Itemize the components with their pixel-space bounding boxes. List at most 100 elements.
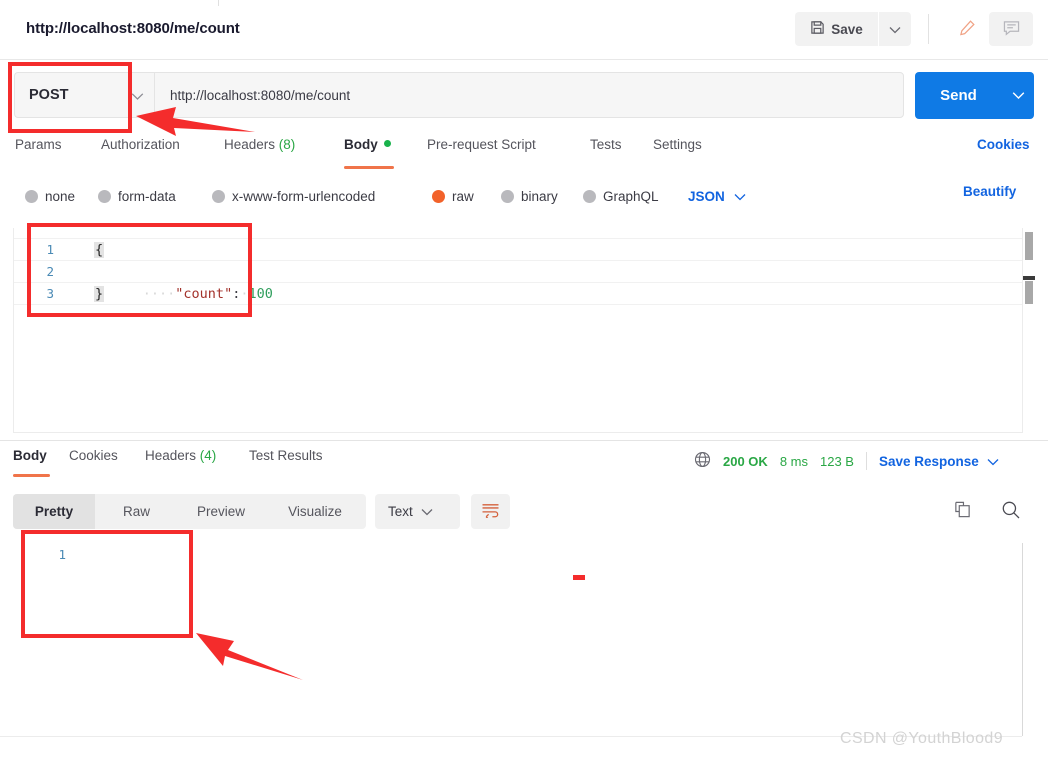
send-button[interactable]: Send [915, 72, 1002, 119]
radio-icon [501, 189, 514, 203]
body-type-urlencoded-label: x-www-form-urlencoded [232, 188, 376, 204]
tab-headers[interactable]: Headers (8) [224, 137, 295, 169]
request-tabs: Params Authorization Headers (8) Body Pr… [0, 137, 1048, 169]
view-tab-raw[interactable]: Raw [95, 494, 178, 529]
url-bar: POST http://localhost:8080/me/count [0, 60, 1048, 134]
radio-icon [98, 189, 111, 203]
edit-request-button[interactable] [945, 12, 989, 46]
tab-tests[interactable]: Tests [590, 137, 622, 169]
view-tab-visualize[interactable]: Visualize [264, 494, 366, 529]
body-format-selector[interactable]: JSON [688, 184, 746, 208]
http-method-label: POST [29, 87, 69, 103]
chevron-down-icon [889, 22, 901, 37]
response-format-selector[interactable]: Text [375, 494, 460, 529]
chevron-down-icon [987, 454, 999, 469]
tab-headers-label: Headers [224, 137, 276, 152]
response-tab-test-results-label: Test Results [249, 448, 323, 463]
url-input[interactable]: http://localhost:8080/me/count [154, 72, 904, 118]
tab-params-label: Params [15, 137, 62, 152]
editor-line: 1 { [14, 238, 1034, 260]
annotation-dash-mark [573, 575, 585, 580]
tab-headers-count: (8) [278, 137, 296, 152]
editor-empty-line [14, 304, 1034, 326]
radio-icon [25, 189, 38, 203]
body-type-row: none form-data x-www-form-urlencoded raw… [0, 184, 1048, 210]
word-wrap-button[interactable] [471, 494, 510, 529]
body-type-urlencoded[interactable]: x-www-form-urlencoded [212, 184, 375, 208]
editor-scrollbar-thumb-lower[interactable] [1025, 281, 1033, 304]
body-type-form-data-label: form-data [118, 188, 176, 204]
tab-settings[interactable]: Settings [653, 137, 702, 169]
http-method-selector[interactable]: POST [14, 72, 154, 118]
tab-body[interactable]: Body [344, 137, 391, 169]
chevron-down-icon [1012, 88, 1025, 103]
pencil-icon [959, 19, 976, 39]
body-type-raw[interactable]: raw [432, 184, 474, 208]
response-panel-divider [0, 440, 1048, 441]
comment-button[interactable] [989, 12, 1033, 46]
response-status-code: 200 OK [723, 453, 768, 469]
radio-icon [212, 189, 225, 203]
save-button-label: Save [831, 21, 863, 37]
copy-button[interactable] [948, 497, 976, 525]
response-tab-body[interactable]: Body [13, 448, 47, 476]
floppy-disk-icon [810, 20, 825, 38]
beautify-button[interactable]: Beautify [963, 184, 1016, 199]
cookies-link[interactable]: Cookies [977, 137, 1030, 152]
response-view-group: Pretty Raw Preview Visualize [13, 494, 366, 529]
response-tab-test-results[interactable]: Test Results [249, 448, 323, 476]
response-tab-active-indicator [13, 474, 50, 477]
radio-icon [583, 189, 596, 203]
copy-icon [953, 500, 972, 522]
tab-authorization[interactable]: Authorization [101, 137, 180, 169]
chevron-down-icon [421, 504, 433, 519]
response-tab-headers[interactable]: Headers (4) [145, 448, 216, 476]
tab-pre-request-script[interactable]: Pre-request Script [427, 137, 536, 169]
response-body-view[interactable]: 1 [0, 537, 1048, 737]
editor-horizontal-scrollbar[interactable] [1023, 276, 1035, 280]
response-tab-headers-label: Headers [145, 448, 197, 463]
top-header-bar: http://localhost:8080/me/count Save [0, 0, 1048, 60]
body-type-none[interactable]: none [25, 184, 75, 208]
search-button[interactable] [996, 496, 1026, 526]
watermark-text: CSDN @YouthBlood9 [840, 730, 1003, 747]
response-time: 8 ms [779, 453, 808, 469]
chevron-down-icon [734, 189, 746, 204]
tab-params[interactable]: Params [15, 137, 62, 169]
chevron-down-icon [131, 89, 144, 104]
view-tab-preview[interactable]: Preview [178, 494, 264, 529]
code-close-brace: } [94, 286, 105, 302]
save-response-button[interactable]: Save Response [879, 454, 999, 469]
tab-tests-label: Tests [590, 137, 622, 152]
tab-body-active-indicator [344, 166, 394, 169]
body-type-none-label: none [45, 188, 76, 204]
body-type-form-data[interactable]: form-data [98, 184, 176, 208]
body-format-label: JSON [688, 188, 725, 204]
view-tab-pretty[interactable]: Pretty [13, 494, 95, 529]
tab-body-label: Body [344, 137, 378, 152]
save-options-button[interactable] [879, 12, 911, 46]
request-body-editor[interactable]: 1 { 2 ····"count":·100 3 } [13, 228, 1035, 433]
code-open-brace: { [94, 242, 105, 258]
tab-settings-label: Settings [653, 137, 702, 152]
status-divider [865, 452, 867, 470]
send-options-button[interactable] [1002, 72, 1034, 119]
comment-icon [1003, 20, 1020, 39]
response-format-label: Text [388, 504, 413, 519]
editor-line: 3 } [14, 282, 1034, 304]
body-modified-dot-icon [383, 140, 391, 147]
editor-line: 2 ····"count":·100 [14, 260, 1034, 302]
response-tab-cookies[interactable]: Cookies [69, 448, 118, 476]
response-tab-headers-count: (4) [199, 448, 217, 463]
response-size: 123 B [819, 453, 854, 469]
globe-icon [694, 451, 711, 471]
radio-icon-selected [432, 189, 445, 203]
word-wrap-icon [481, 502, 500, 521]
search-icon [1001, 500, 1021, 523]
body-type-graphql[interactable]: GraphQL [583, 184, 659, 208]
response-tab-body-label: Body [13, 448, 47, 463]
body-type-binary[interactable]: binary [501, 184, 558, 208]
save-button[interactable]: Save [795, 12, 878, 46]
tab-pre-request-script-label: Pre-request Script [427, 137, 536, 152]
editor-scrollbar-thumb[interactable] [1025, 232, 1033, 260]
